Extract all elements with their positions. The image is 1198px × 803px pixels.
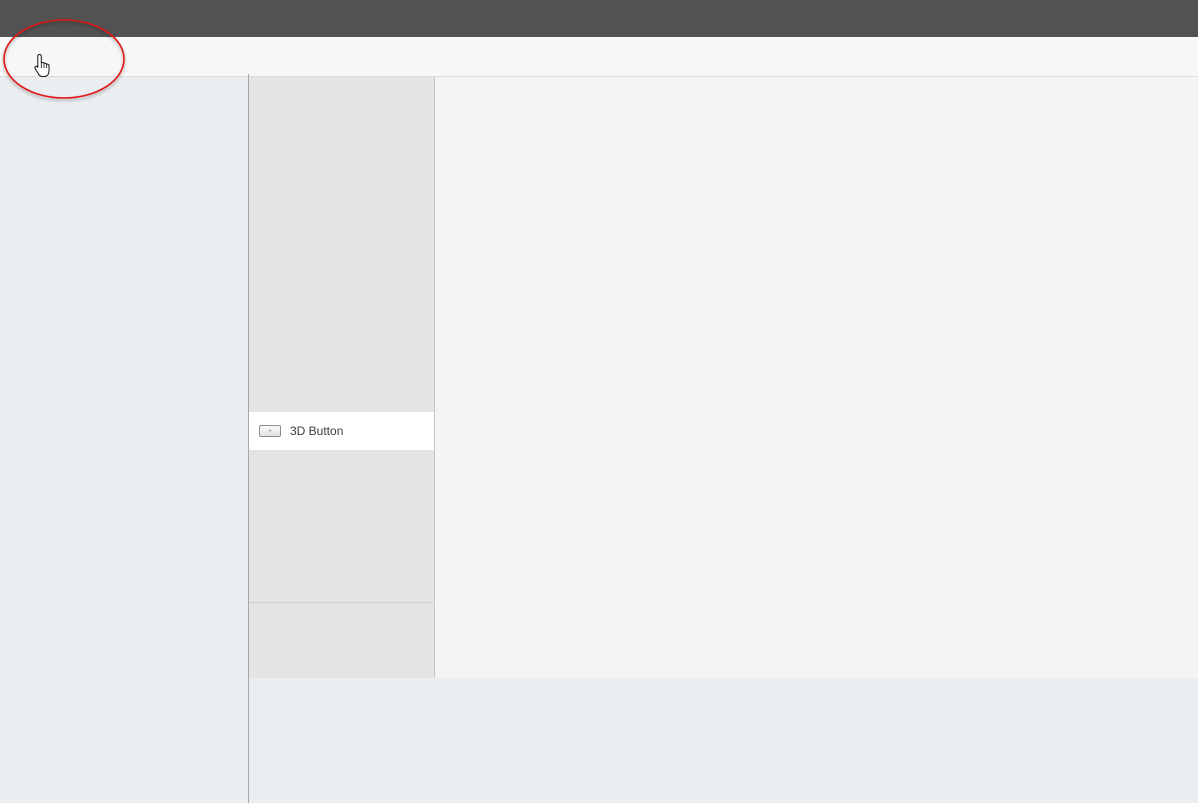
components-list-panel: + 3D Button (249, 77, 435, 678)
list-divider (249, 602, 434, 603)
bottom-panel (249, 678, 1198, 803)
title-bar (0, 0, 1198, 37)
left-panel (0, 77, 248, 803)
toolbar (0, 37, 1198, 77)
list-item-3d-button[interactable]: + 3D Button (249, 412, 434, 450)
button-icon: + (259, 425, 281, 437)
canvas-area[interactable] (435, 77, 1198, 678)
list-item-label: 3D Button (290, 424, 344, 438)
